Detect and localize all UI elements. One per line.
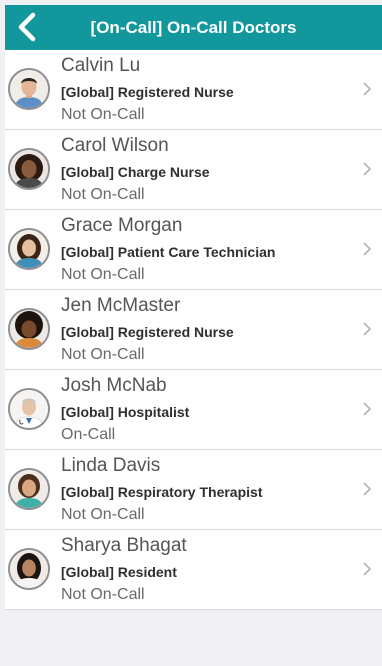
back-button[interactable]: [11, 9, 45, 45]
contact-status: Not On-Call: [61, 346, 145, 363]
contact-name: Jen McMaster: [61, 295, 181, 316]
chevron-left-icon: [18, 12, 36, 42]
contact-name: Josh McNab: [61, 375, 167, 396]
contact-status: Not On-Call: [61, 266, 145, 283]
contact-role: [Global] Respiratory Therapist: [61, 484, 263, 500]
contact-name: Linda Davis: [61, 455, 161, 476]
contact-role: [Global] Hospitalist: [61, 404, 190, 420]
contact-status: Not On-Call: [61, 106, 145, 123]
contact-role: [Global] Charge Nurse: [61, 164, 210, 180]
chevron-right-icon: [362, 401, 372, 417]
contact-status: On-Call: [61, 426, 116, 443]
chevron-right-icon: [362, 321, 372, 337]
contact-row-linda-davis[interactable]: Linda Davis [Global] Respiratory Therapi…: [5, 450, 382, 530]
avatar: [8, 228, 50, 270]
contact-role: [Global] Registered Nurse: [61, 84, 234, 100]
contact-status: Not On-Call: [61, 506, 145, 523]
contact-status: Not On-Call: [61, 186, 145, 203]
contact-name: Carol Wilson: [61, 135, 169, 156]
avatar: [8, 148, 50, 190]
contact-row-grace-morgan[interactable]: Grace Morgan [Global] Patient Care Techn…: [5, 210, 382, 290]
contact-status: Not On-Call: [61, 586, 145, 603]
avatar: [8, 308, 50, 350]
chevron-right-icon: [362, 161, 372, 177]
chevron-right-icon: [362, 561, 372, 577]
chevron-right-icon: [362, 241, 372, 257]
page-title: [On-Call] On-Call Doctors: [90, 18, 297, 37]
contact-role: [Global] Registered Nurse: [61, 324, 234, 340]
chevron-right-icon: [362, 81, 372, 97]
chevron-right-icon: [362, 481, 372, 497]
nav-bar: [On-Call] On-Call Doctors: [5, 5, 382, 50]
contact-name: Grace Morgan: [61, 215, 183, 236]
contact-list: Calvin Lu [Global] Registered Nurse Not …: [5, 50, 382, 610]
avatar: [8, 388, 50, 430]
contact-row-carol-wilson[interactable]: Carol Wilson [Global] Charge Nurse Not O…: [5, 130, 382, 210]
avatar: [8, 468, 50, 510]
contact-name: Calvin Lu: [61, 55, 141, 76]
app-screen: [On-Call] On-Call Doctors Calvin Lu [Glo…: [0, 0, 382, 666]
contact-row-calvin-lu[interactable]: Calvin Lu [Global] Registered Nurse Not …: [5, 50, 382, 130]
contact-name: Sharya Bhagat: [61, 535, 187, 556]
contact-role: [Global] Patient Care Technician: [61, 244, 276, 260]
avatar: [8, 548, 50, 590]
contact-row-jen-mcmaster[interactable]: Jen McMaster [Global] Registered Nurse N…: [5, 290, 382, 370]
contact-row-sharya-bhagat[interactable]: Sharya Bhagat [Global] Resident Not On-C…: [5, 530, 382, 610]
contact-role: [Global] Resident: [61, 564, 177, 580]
contact-row-josh-mcnab[interactable]: Josh McNab [Global] Hospitalist On-Call: [5, 370, 382, 450]
avatar: [8, 68, 50, 110]
